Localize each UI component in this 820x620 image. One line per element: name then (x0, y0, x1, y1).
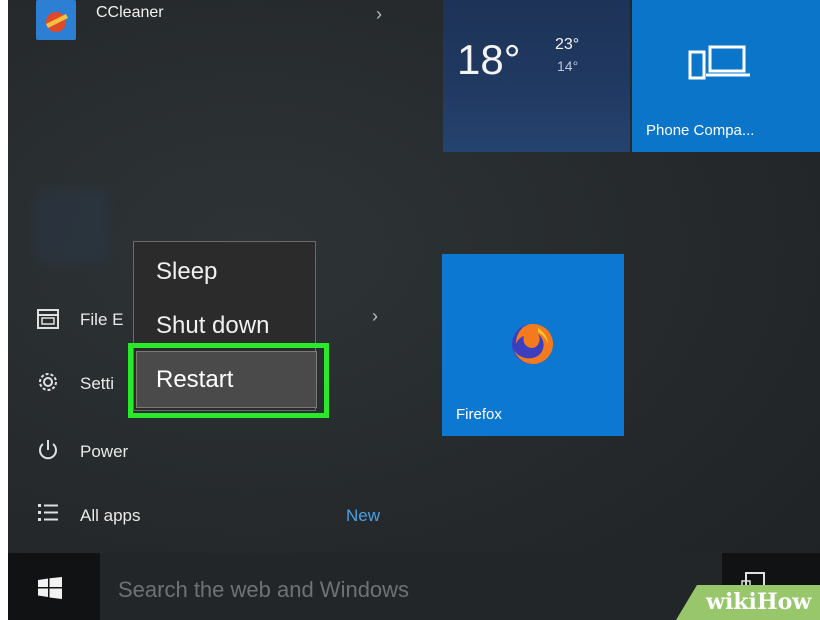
menu-item-restart[interactable]: Restart (136, 351, 317, 408)
weather-temp: 18° (457, 36, 521, 83)
sidebar-label-power: Power (80, 442, 129, 461)
gear-icon (36, 370, 60, 399)
new-badge: New (346, 506, 381, 525)
search-input[interactable]: Search the web and Windows (118, 577, 409, 603)
sidebar-item-all-apps[interactable]: All apps New (8, 496, 428, 536)
watermark-text: wikiHow (706, 589, 812, 615)
weather-high: 23° (555, 36, 580, 53)
restart-label: Restart (156, 366, 234, 393)
weather-tile[interactable]: 18° 23° 14° (443, 0, 630, 152)
phone-companion-icon (688, 44, 760, 89)
chevron-right-icon[interactable]: › (372, 306, 378, 327)
wikihow-watermark: wikiHow (676, 585, 820, 620)
folder-icon (36, 308, 60, 335)
phone-companion-tile[interactable]: Phone Compa... (632, 0, 820, 152)
list-icon (36, 502, 60, 529)
power-icon (36, 438, 60, 467)
start-menu-screen: CCleaner › 18° 23° 14° Phone Compa... Fi… (8, 0, 820, 620)
menu-item-shut-down[interactable]: Shut down (156, 312, 269, 340)
windows-logo-icon (38, 577, 62, 604)
menu-item-sleep[interactable]: Sleep (156, 258, 217, 286)
search-box[interactable]: Search the web and Windows (100, 553, 722, 620)
weather-low: 14° (557, 58, 579, 74)
app-label-ccleaner: CCleaner (96, 4, 164, 21)
firefox-tile[interactable]: Firefox (442, 254, 624, 436)
chevron-right-icon[interactable]: › (376, 4, 382, 25)
app-item-ccleaner[interactable]: CCleaner › (8, 0, 428, 42)
sidebar-label-all-apps: All apps (80, 506, 141, 525)
phone-companion-label: Phone Compa... (646, 122, 755, 139)
sidebar-item-power[interactable]: Power (8, 432, 428, 472)
start-button[interactable] (8, 553, 100, 620)
blurred-app-icon (36, 190, 108, 262)
firefox-label: Firefox (456, 406, 502, 423)
sidebar-label-settings: Setti (80, 374, 115, 393)
firefox-icon (508, 320, 556, 373)
ccleaner-icon (36, 0, 76, 40)
sidebar-label-file-explorer: File E (80, 310, 124, 329)
